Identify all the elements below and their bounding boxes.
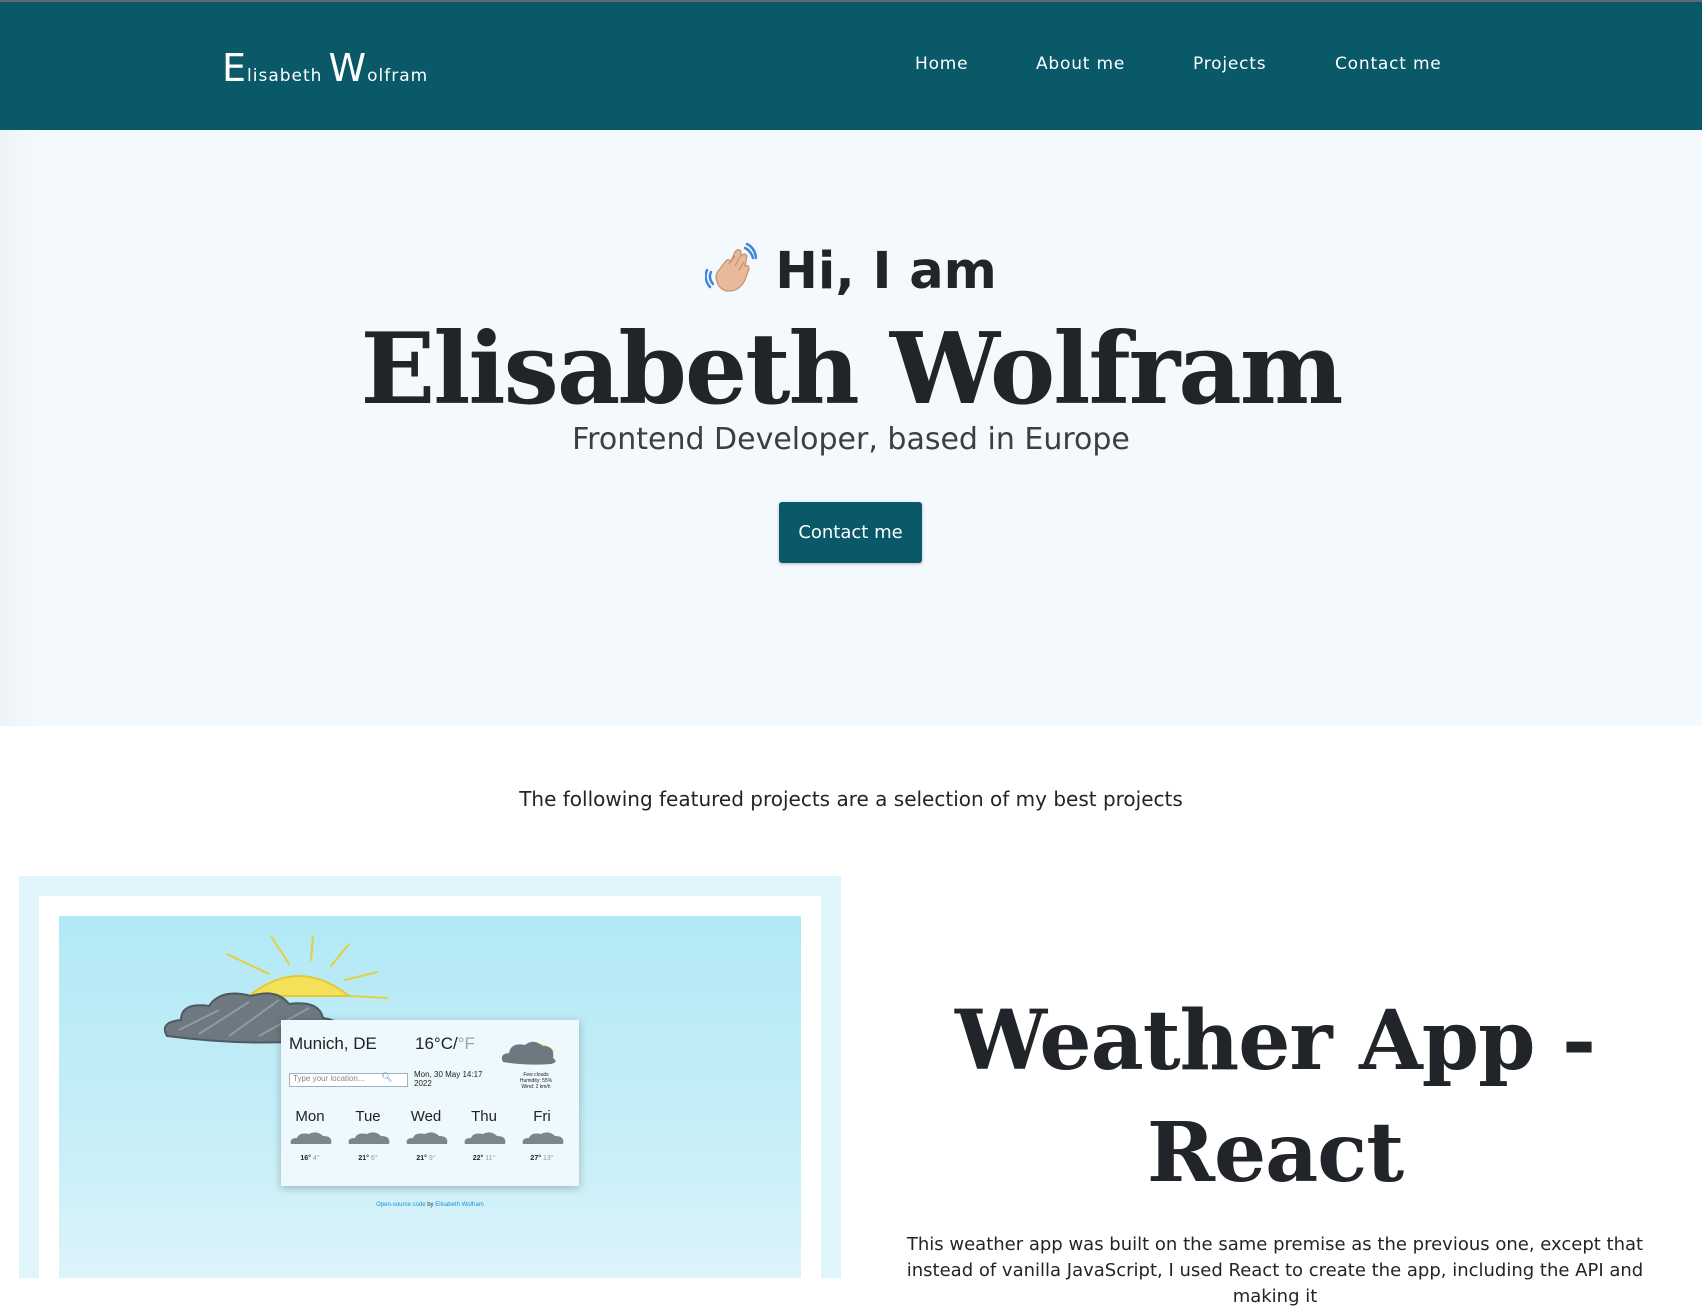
forecast-day: Wed 21° 9°	[397, 1108, 455, 1162]
forecast-low: 4°	[312, 1155, 320, 1162]
forecast-low: 11°	[485, 1155, 496, 1162]
project-title: Weather App - React	[870, 985, 1680, 1209]
forecast-day: Thu 22° 11°	[455, 1108, 513, 1162]
weather-temp-celsius: 16°C	[415, 1034, 453, 1053]
forecast-low: 6°	[370, 1155, 378, 1162]
project-description: This weather app was built on the same p…	[906, 1234, 1644, 1307]
weather-current-icon	[501, 1041, 556, 1065]
forecast-high: 21°	[358, 1155, 369, 1162]
forecast-day: Mon 16° 4°	[281, 1108, 339, 1162]
hero-greeting-row: Hi, I am	[0, 242, 1702, 307]
contact-me-button[interactable]: Contact me	[779, 502, 922, 563]
rain-cloud-icon	[406, 1132, 448, 1144]
hero-subtitle: Frontend Developer, based in Europe	[572, 422, 1130, 457]
forecast-temps: 21° 6°	[339, 1155, 397, 1162]
weather-card: Munich, DE 16°C/°F Type your location...…	[281, 1020, 579, 1186]
rain-cloud-icon	[464, 1132, 506, 1144]
screenshot-by: by	[427, 1202, 434, 1208]
forecast-temps: 27° 13°	[513, 1155, 571, 1162]
hero-greeting: Hi, I am	[775, 242, 997, 301]
weather-desc-line3: Wind: 2 km/h	[521, 1084, 551, 1090]
forecast-temps: 22° 11°	[455, 1155, 513, 1162]
weather-temp-fahrenheit: °F	[457, 1034, 475, 1053]
project-title-line2: React	[1146, 1105, 1404, 1201]
weather-description: Few clouds Humidity: 55% Wind: 2 km/h	[501, 1072, 571, 1090]
weather-date-line1: Mon, 30 May 14:17	[414, 1070, 483, 1079]
forecast-day: Tue 21° 6°	[339, 1108, 397, 1162]
weather-temperature: 16°C/°F	[415, 1034, 475, 1054]
navbar: Elisabeth Wolfram Home About me Projects…	[0, 2, 1702, 130]
projects-intro: The following featured projects are a se…	[519, 787, 1183, 811]
waving-hand-icon	[704, 242, 758, 307]
rain-cloud-icon	[290, 1132, 332, 1144]
nav-link-projects[interactable]: Projects	[1193, 54, 1266, 74]
forecast-day-name: Wed	[410, 1108, 442, 1125]
project-image-frame: Munich, DE 16°C/°F Type your location...…	[19, 876, 841, 1278]
forecast-high: 22°	[472, 1155, 484, 1162]
hero-section: Hi, I am Elisabeth Wolfram Frontend Deve…	[0, 130, 1702, 726]
forecast-day-name: Thu	[471, 1108, 497, 1125]
rain-cloud-icon	[348, 1132, 390, 1144]
weather-forecast: Mon 16° 4° Tue 21° 6° Wed 21° 9° Thu 22°…	[281, 1108, 579, 1178]
screenshot-footer: Open-source code by Elisabeth Wolfram	[59, 1202, 801, 1208]
forecast-low: 9°	[428, 1155, 436, 1162]
forecast-day-name: Tue	[355, 1108, 381, 1125]
forecast-day: Fri 27° 13°	[513, 1108, 571, 1162]
weather-app-screenshot[interactable]: Munich, DE 16°C/°F Type your location...…	[59, 916, 801, 1278]
weather-city: Munich, DE	[289, 1034, 377, 1053]
nav-link-about[interactable]: About me	[1036, 54, 1125, 74]
forecast-high: 16°	[300, 1155, 311, 1162]
weather-date-line2: 2022	[414, 1079, 432, 1088]
forecast-low: 13°	[542, 1155, 554, 1162]
nav-link-home[interactable]: Home	[915, 54, 968, 74]
project-image-border: Munich, DE 16°C/°F Type your location...…	[39, 896, 821, 1278]
weather-date: Mon, 30 May 14:17 2022	[414, 1070, 494, 1088]
nav-link-contact[interactable]: Contact me	[1335, 54, 1442, 74]
rain-cloud-icon	[522, 1132, 564, 1144]
nav-links: Home About me Projects Contact me	[0, 54, 1702, 84]
forecast-day-name: Fri	[533, 1108, 551, 1125]
forecast-temps: 21° 9°	[397, 1155, 455, 1162]
forecast-high: 27°	[530, 1155, 542, 1162]
forecast-temps: 16° 4°	[281, 1155, 339, 1162]
forecast-high: 21°	[416, 1155, 427, 1162]
screenshot-source-link[interactable]: Open-source code	[376, 1202, 425, 1208]
forecast-day-name: Mon	[295, 1108, 325, 1125]
weather-search-icon[interactable]: 🔍︎	[381, 1072, 392, 1083]
project-title-line1: Weather App -	[955, 993, 1596, 1089]
screenshot-author-link[interactable]: Elisabeth Wolfram	[435, 1202, 484, 1208]
hero-name: Elisabeth Wolfram	[360, 312, 1344, 427]
